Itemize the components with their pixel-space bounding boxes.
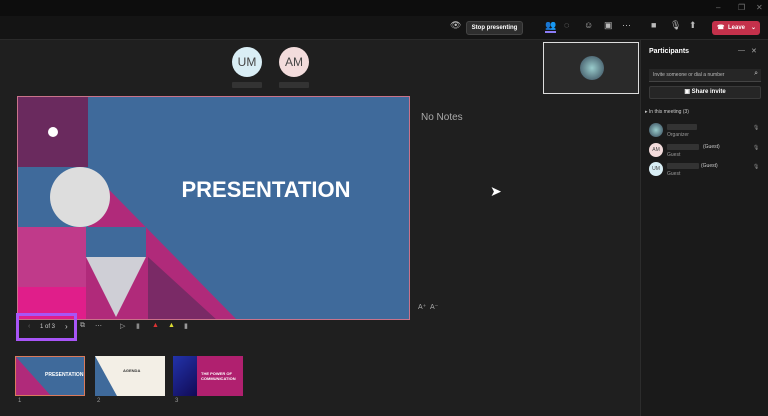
avatar: UM [232, 47, 262, 77]
highlighter-icon[interactable]: ▲ [168, 322, 175, 329]
slide-graphic: PRESENTATION [18, 97, 409, 319]
avatar: UM [649, 162, 663, 176]
thumb-number: 2 [97, 398, 101, 404]
minimize-icon[interactable]: – [716, 3, 720, 12]
attendee-name [232, 82, 262, 88]
notes-text: No Notes [421, 112, 463, 123]
chat-icon[interactable]: ◌ [564, 20, 569, 30]
close-window-icon[interactable]: ✕ [756, 3, 763, 12]
thumb-image [173, 356, 197, 396]
title-bar: – ❐ ✕ [0, 0, 768, 16]
avatar [580, 56, 604, 80]
camera-icon[interactable]: ■ [651, 20, 656, 30]
people-icon[interactable]: 👥 [545, 20, 557, 33]
increase-font-button[interactable]: A⁺ [418, 303, 426, 311]
share-icon[interactable]: ⬆ [689, 20, 697, 31]
participant-row[interactable]: AM (Guest) Guest 🎙 [649, 142, 764, 160]
ink-eraser-icon[interactable]: ▮ [184, 322, 188, 330]
participant-role: Guest [667, 171, 681, 177]
participant-name [667, 144, 699, 150]
thumb-number: 1 [18, 398, 22, 404]
share-invite-button[interactable]: ▣ Share invite [649, 86, 761, 99]
participant-role: Organizer [667, 132, 689, 138]
participant-role: Guest [667, 152, 681, 158]
eraser-icon[interactable]: ▮ [136, 322, 140, 330]
pen-icon[interactable]: ▲ [152, 322, 159, 329]
mic-off-icon: 🎙 [753, 125, 760, 131]
close-panel-icon[interactable]: ✕ [751, 47, 757, 55]
slide-thumbnail-3[interactable]: THE POWER OF COMMUNICATION [173, 356, 243, 396]
attendee-name [279, 82, 309, 88]
previous-slide-button[interactable]: ‹ [28, 323, 30, 330]
thumb-title: PRESENTATION [45, 372, 84, 378]
maximize-icon[interactable]: ❐ [738, 3, 745, 12]
participant-name [667, 124, 697, 130]
mic-off-icon[interactable]: 🎙 [670, 20, 681, 31]
more-options-icon[interactable]: ⋯ [95, 322, 102, 330]
avatar: AM [279, 47, 309, 77]
slide-title: PRESENTATION [181, 177, 350, 202]
decrease-font-button[interactable]: A⁻ [430, 303, 438, 311]
minimize-panel-icon[interactable]: — [738, 47, 745, 54]
attendee-um: UM [232, 47, 262, 88]
guest-label: (Guest) [701, 163, 718, 169]
thumb-number: 3 [175, 398, 179, 404]
meeting-section-toggle[interactable]: ▸ In this meeting (3) [645, 109, 689, 115]
laser-pointer-icon[interactable]: ▷ [120, 322, 125, 330]
hangup-icon: ☎ [717, 25, 725, 31]
participant-name [667, 163, 699, 169]
more-icon[interactable]: ⋯ [622, 20, 631, 31]
mic-off-icon: 🎙 [753, 164, 760, 170]
slide-thumbnail-1[interactable]: PRESENTATION [15, 356, 85, 396]
stop-presenting-button[interactable]: Stop presenting [466, 21, 523, 35]
leave-button[interactable]: ☎ Leave ⌄ [712, 21, 760, 35]
next-slide-button[interactable]: › [65, 322, 68, 331]
avatar: AM [649, 143, 663, 157]
guest-label: (Guest) [703, 144, 720, 150]
copy-icon[interactable]: ⧉ [80, 322, 85, 330]
share-invite-icon: ▣ [684, 89, 692, 95]
eye-icon[interactable]: 👁 [450, 20, 461, 31]
participant-row[interactable]: UM (Guest) Guest 🎙 [649, 161, 764, 179]
thumb-title: AGENDA [123, 368, 141, 373]
mic-off-icon: 🎙 [753, 145, 760, 151]
invite-input[interactable]: Invite someone or dial a number ⌕ [649, 69, 761, 82]
thumb-shape [95, 356, 117, 396]
slide-view[interactable]: PRESENTATION [17, 96, 410, 320]
thumb-title: THE POWER OF COMMUNICATION [201, 371, 236, 381]
slide-counter: 1 of 3 [40, 324, 56, 330]
avatar [649, 123, 663, 137]
slide-thumbnail-2[interactable]: AGENDA [95, 356, 165, 396]
section-label: In this meeting (3) [648, 109, 689, 115]
panel-title: Participants [649, 48, 690, 55]
rooms-icon[interactable]: ▣ [604, 20, 613, 31]
participants-panel: Participants — ✕ Invite someone or dial … [640, 40, 768, 416]
attendee-am: AM [279, 47, 309, 88]
self-video-tile[interactable] [543, 42, 639, 94]
search-icon[interactable]: ⌕ [754, 70, 758, 78]
reactions-icon[interactable]: ☺ [584, 20, 593, 30]
participant-row[interactable]: Organizer 🎙 [649, 122, 764, 140]
chevron-down-icon[interactable]: ⌄ [751, 21, 756, 35]
mouse-cursor-icon: ➤ [490, 183, 502, 199]
